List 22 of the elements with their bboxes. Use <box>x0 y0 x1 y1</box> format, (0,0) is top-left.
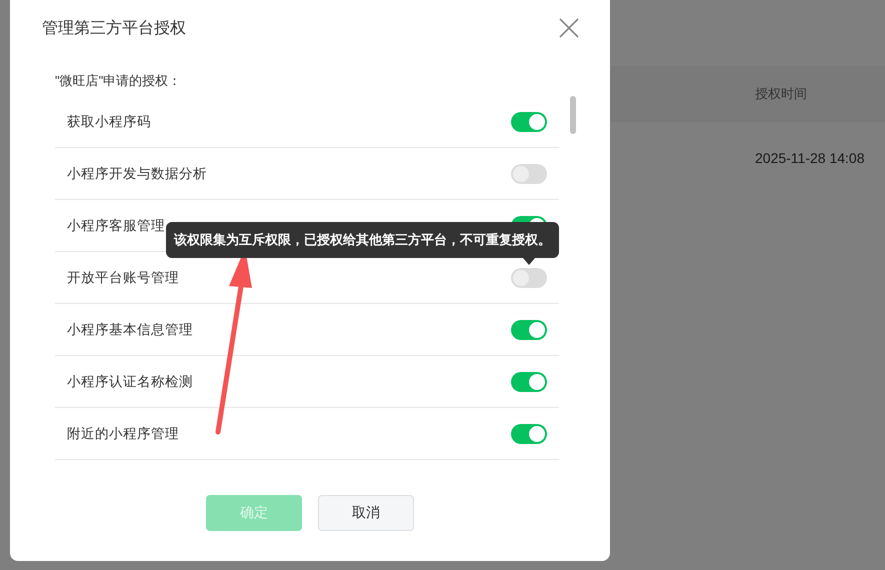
column-header: 授权时间 <box>755 85 807 103</box>
permission-label: 小程序基本信息管理 <box>67 320 193 338</box>
table-cell: 2025-11-28 14:08 <box>755 150 864 166</box>
permission-label: 附近的小程序管理 <box>67 424 179 442</box>
permission-label: 小程序认证名称检测 <box>67 372 193 390</box>
tooltip: 该权限集为互斥权限，已授权给其他第三方平台，不可重复授权。 <box>166 222 559 258</box>
toggle-switch[interactable] <box>511 112 547 132</box>
toggle-switch[interactable] <box>511 164 547 184</box>
permission-label: 小程序客服管理 <box>67 216 165 234</box>
dialog-title: 管理第三方平台授权 <box>42 18 186 38</box>
toggle-switch[interactable] <box>511 424 547 444</box>
tooltip-pointer-icon <box>523 258 535 265</box>
permission-label: 获取小程序码 <box>67 112 151 130</box>
toggle-switch[interactable] <box>511 372 547 392</box>
scrollbar[interactable] <box>570 96 576 134</box>
subtitle: "微旺店"申请的授权： <box>55 72 182 90</box>
toggle-switch[interactable] <box>511 320 547 340</box>
permission-label: 开放平台账号管理 <box>67 268 179 286</box>
cancel-button[interactable]: 取消 <box>318 495 414 531</box>
close-icon[interactable] <box>558 17 580 39</box>
permission-label: 小程序开发与数据分析 <box>67 164 207 182</box>
toggle-switch[interactable] <box>511 268 547 288</box>
